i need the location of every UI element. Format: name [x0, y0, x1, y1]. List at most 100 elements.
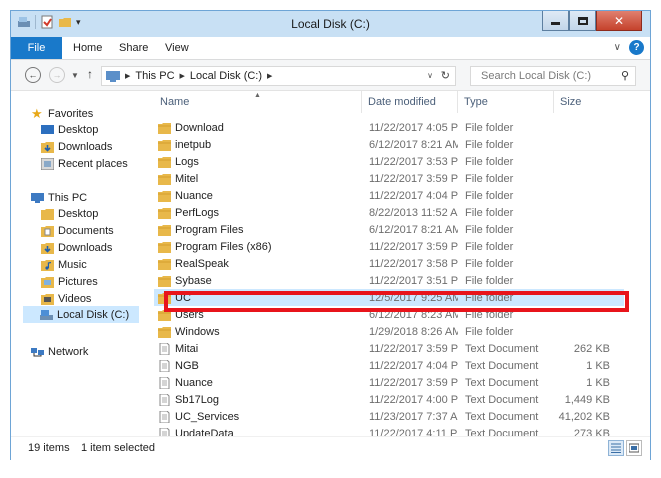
tab-view[interactable]: View	[165, 37, 189, 59]
breadcrumb-local-disk[interactable]: Local Disk (C:)	[190, 70, 262, 82]
cell-type: File folder	[465, 308, 514, 321]
file-name: Program Files (x86)	[175, 240, 272, 253]
table-row[interactable]: Download 11/22/2017 4:05 PM File folder	[154, 119, 624, 136]
item-count: 19 items	[28, 442, 70, 454]
cell-name: Nuance	[154, 376, 362, 389]
videos-icon	[41, 293, 54, 305]
cell-name: Logs	[154, 156, 362, 168]
nav-item-downloads-pc[interactable]: Downloads	[41, 239, 112, 256]
table-row[interactable]: Users 6/12/2017 8:23 AM File folder	[154, 306, 624, 323]
address-dropdown-icon[interactable]: ∨	[427, 71, 433, 80]
nav-item-recent-places[interactable]: Recent places	[41, 155, 128, 172]
search-input[interactable]: Search Local Disk (C:) ⚲	[470, 66, 636, 86]
table-row[interactable]: Nuance 11/22/2017 4:04 PM File folder	[154, 187, 624, 204]
table-row[interactable]: Windows 1/29/2018 8:26 AM File folder	[154, 323, 624, 340]
cell-name: Mitai	[154, 342, 362, 355]
tab-home[interactable]: Home	[73, 37, 102, 59]
status-bar: 19 items 1 item selected	[11, 436, 650, 460]
customize-toolbar-icon[interactable]: ▾	[76, 17, 81, 28]
cell-date-modified: 11/22/2017 4:00 PM	[369, 393, 458, 406]
table-row[interactable]: Sybase 11/22/2017 3:51 PM File folder	[154, 272, 624, 289]
documents-icon	[41, 225, 54, 237]
up-button[interactable]: ↑	[87, 67, 93, 81]
help-icon[interactable]: ?	[629, 40, 644, 55]
minimize-icon	[551, 22, 560, 25]
table-row[interactable]: Sb17Log 11/22/2017 4:00 PM Text Document 1,…	[154, 391, 624, 408]
navigation-pane: ★ Favorites Desktop Downloads Recent pla…	[11, 91, 146, 436]
table-row[interactable]: Program Files 6/12/2017 8:21 AM File folde…	[154, 221, 624, 238]
file-list: ▲ Name Date modified Type Size Download 1…	[154, 91, 652, 440]
tab-file[interactable]: File	[11, 37, 62, 59]
nav-favorites[interactable]: ★ Favorites	[31, 105, 93, 122]
search-icon[interactable]: ⚲	[621, 69, 629, 82]
table-row[interactable]: Nuance 11/22/2017 3:59 PM Text Document 1 K…	[154, 374, 624, 391]
folder-icon	[158, 326, 171, 338]
close-button[interactable]: ✕	[596, 11, 642, 31]
nav-this-pc[interactable]: This PC	[31, 189, 87, 206]
breadcrumb-arrow-icon[interactable]: ▶	[125, 72, 130, 80]
column-header-type[interactable]: Type	[458, 91, 554, 113]
nav-label: This PC	[48, 191, 88, 204]
table-row[interactable]: inetpub 6/12/2017 8:21 AM File folder	[154, 136, 624, 153]
cell-type: File folder	[465, 206, 514, 219]
table-row[interactable]: UC 12/5/2017 9:25 AM File folder	[154, 289, 624, 306]
details-view-button[interactable]	[608, 440, 624, 456]
column-header-date[interactable]: Date modified	[362, 91, 458, 113]
cell-name: Program Files (x86)	[154, 241, 362, 253]
file-name: Nuance	[175, 189, 213, 202]
cell-type: File folder	[465, 240, 514, 253]
nav-item-documents[interactable]: Documents	[41, 222, 114, 239]
table-row[interactable]: Logs 11/22/2017 3:53 PM File folder	[154, 153, 624, 170]
cell-type: Text Document	[465, 359, 539, 372]
folder-icon	[158, 241, 171, 253]
minimize-button[interactable]	[542, 11, 569, 31]
cell-type: File folder	[465, 189, 514, 202]
nav-item-music[interactable]: Music	[41, 256, 87, 273]
recent-locations-icon[interactable]: ▼	[71, 71, 79, 80]
column-label: Size	[560, 96, 582, 108]
nav-item-desktop-pc[interactable]: Desktop	[41, 205, 98, 222]
nav-label: Network	[48, 345, 89, 358]
large-icons-view-button[interactable]	[626, 440, 642, 456]
table-row[interactable]: RealSpeak 11/22/2017 3:58 PM File folder	[154, 255, 624, 272]
table-row[interactable]: Program Files (x86) 11/22/2017 3:59 PM Fil…	[154, 238, 624, 255]
breadcrumb-arrow-icon[interactable]: ▶	[180, 72, 185, 80]
column-header-name[interactable]: ▲ Name	[154, 91, 362, 113]
file-name: PerfLogs	[175, 206, 220, 219]
folder-icon	[158, 156, 171, 168]
breadcrumb-this-pc[interactable]: This PC	[135, 70, 174, 82]
pictures-icon	[41, 276, 54, 288]
refresh-icon[interactable]: ↻	[441, 69, 450, 82]
back-button[interactable]: ←	[25, 67, 41, 83]
nav-item-pictures[interactable]: Pictures	[41, 273, 98, 290]
cell-type: File folder	[465, 223, 514, 236]
table-row[interactable]: UC_Services 11/23/2017 7:37 AM Text Docume…	[154, 408, 624, 425]
table-row[interactable]: Mitel 11/22/2017 3:59 PM File folder	[154, 170, 624, 187]
nav-item-downloads[interactable]: Downloads	[41, 138, 112, 155]
nav-item-desktop[interactable]: Desktop	[41, 121, 98, 138]
cell-date-modified: 11/22/2017 3:51 PM	[369, 274, 458, 287]
drive-icon	[40, 309, 53, 320]
breadcrumb-arrow-icon[interactable]: ▶	[267, 72, 272, 80]
nav-item-local-disk[interactable]: Local Disk (C:)	[23, 306, 139, 323]
table-row[interactable]: PerfLogs 8/22/2013 11:52 AM File folder	[154, 204, 624, 221]
forward-button[interactable]: →	[49, 67, 65, 83]
file-name: Sybase	[175, 274, 212, 287]
maximize-button[interactable]	[569, 11, 596, 31]
main-area: ★ Favorites Desktop Downloads Recent pla…	[11, 91, 652, 440]
properties-icon[interactable]	[40, 15, 54, 29]
nav-item-videos[interactable]: Videos	[41, 290, 91, 307]
drive-icon[interactable]	[17, 15, 31, 29]
cell-name: NGB	[154, 359, 362, 372]
column-header-size[interactable]: Size	[554, 91, 618, 113]
cell-type: Text Document	[465, 376, 539, 389]
address-bar[interactable]: ▶ This PC ▶ Local Disk (C:) ▶ ∨ ↻	[101, 66, 456, 86]
tab-share[interactable]: Share	[119, 37, 148, 59]
table-row[interactable]: NGB 11/22/2017 4:04 PM Text Document 1 KB	[154, 357, 624, 374]
file-name: Download	[175, 121, 224, 134]
new-folder-icon[interactable]	[58, 15, 72, 29]
search-placeholder: Search Local Disk (C:)	[481, 70, 592, 82]
table-row[interactable]: Mitai 11/22/2017 3:59 PM Text Document 262 …	[154, 340, 624, 357]
expand-ribbon-icon[interactable]: ∨	[614, 42, 621, 53]
nav-network[interactable]: Network	[31, 343, 88, 360]
